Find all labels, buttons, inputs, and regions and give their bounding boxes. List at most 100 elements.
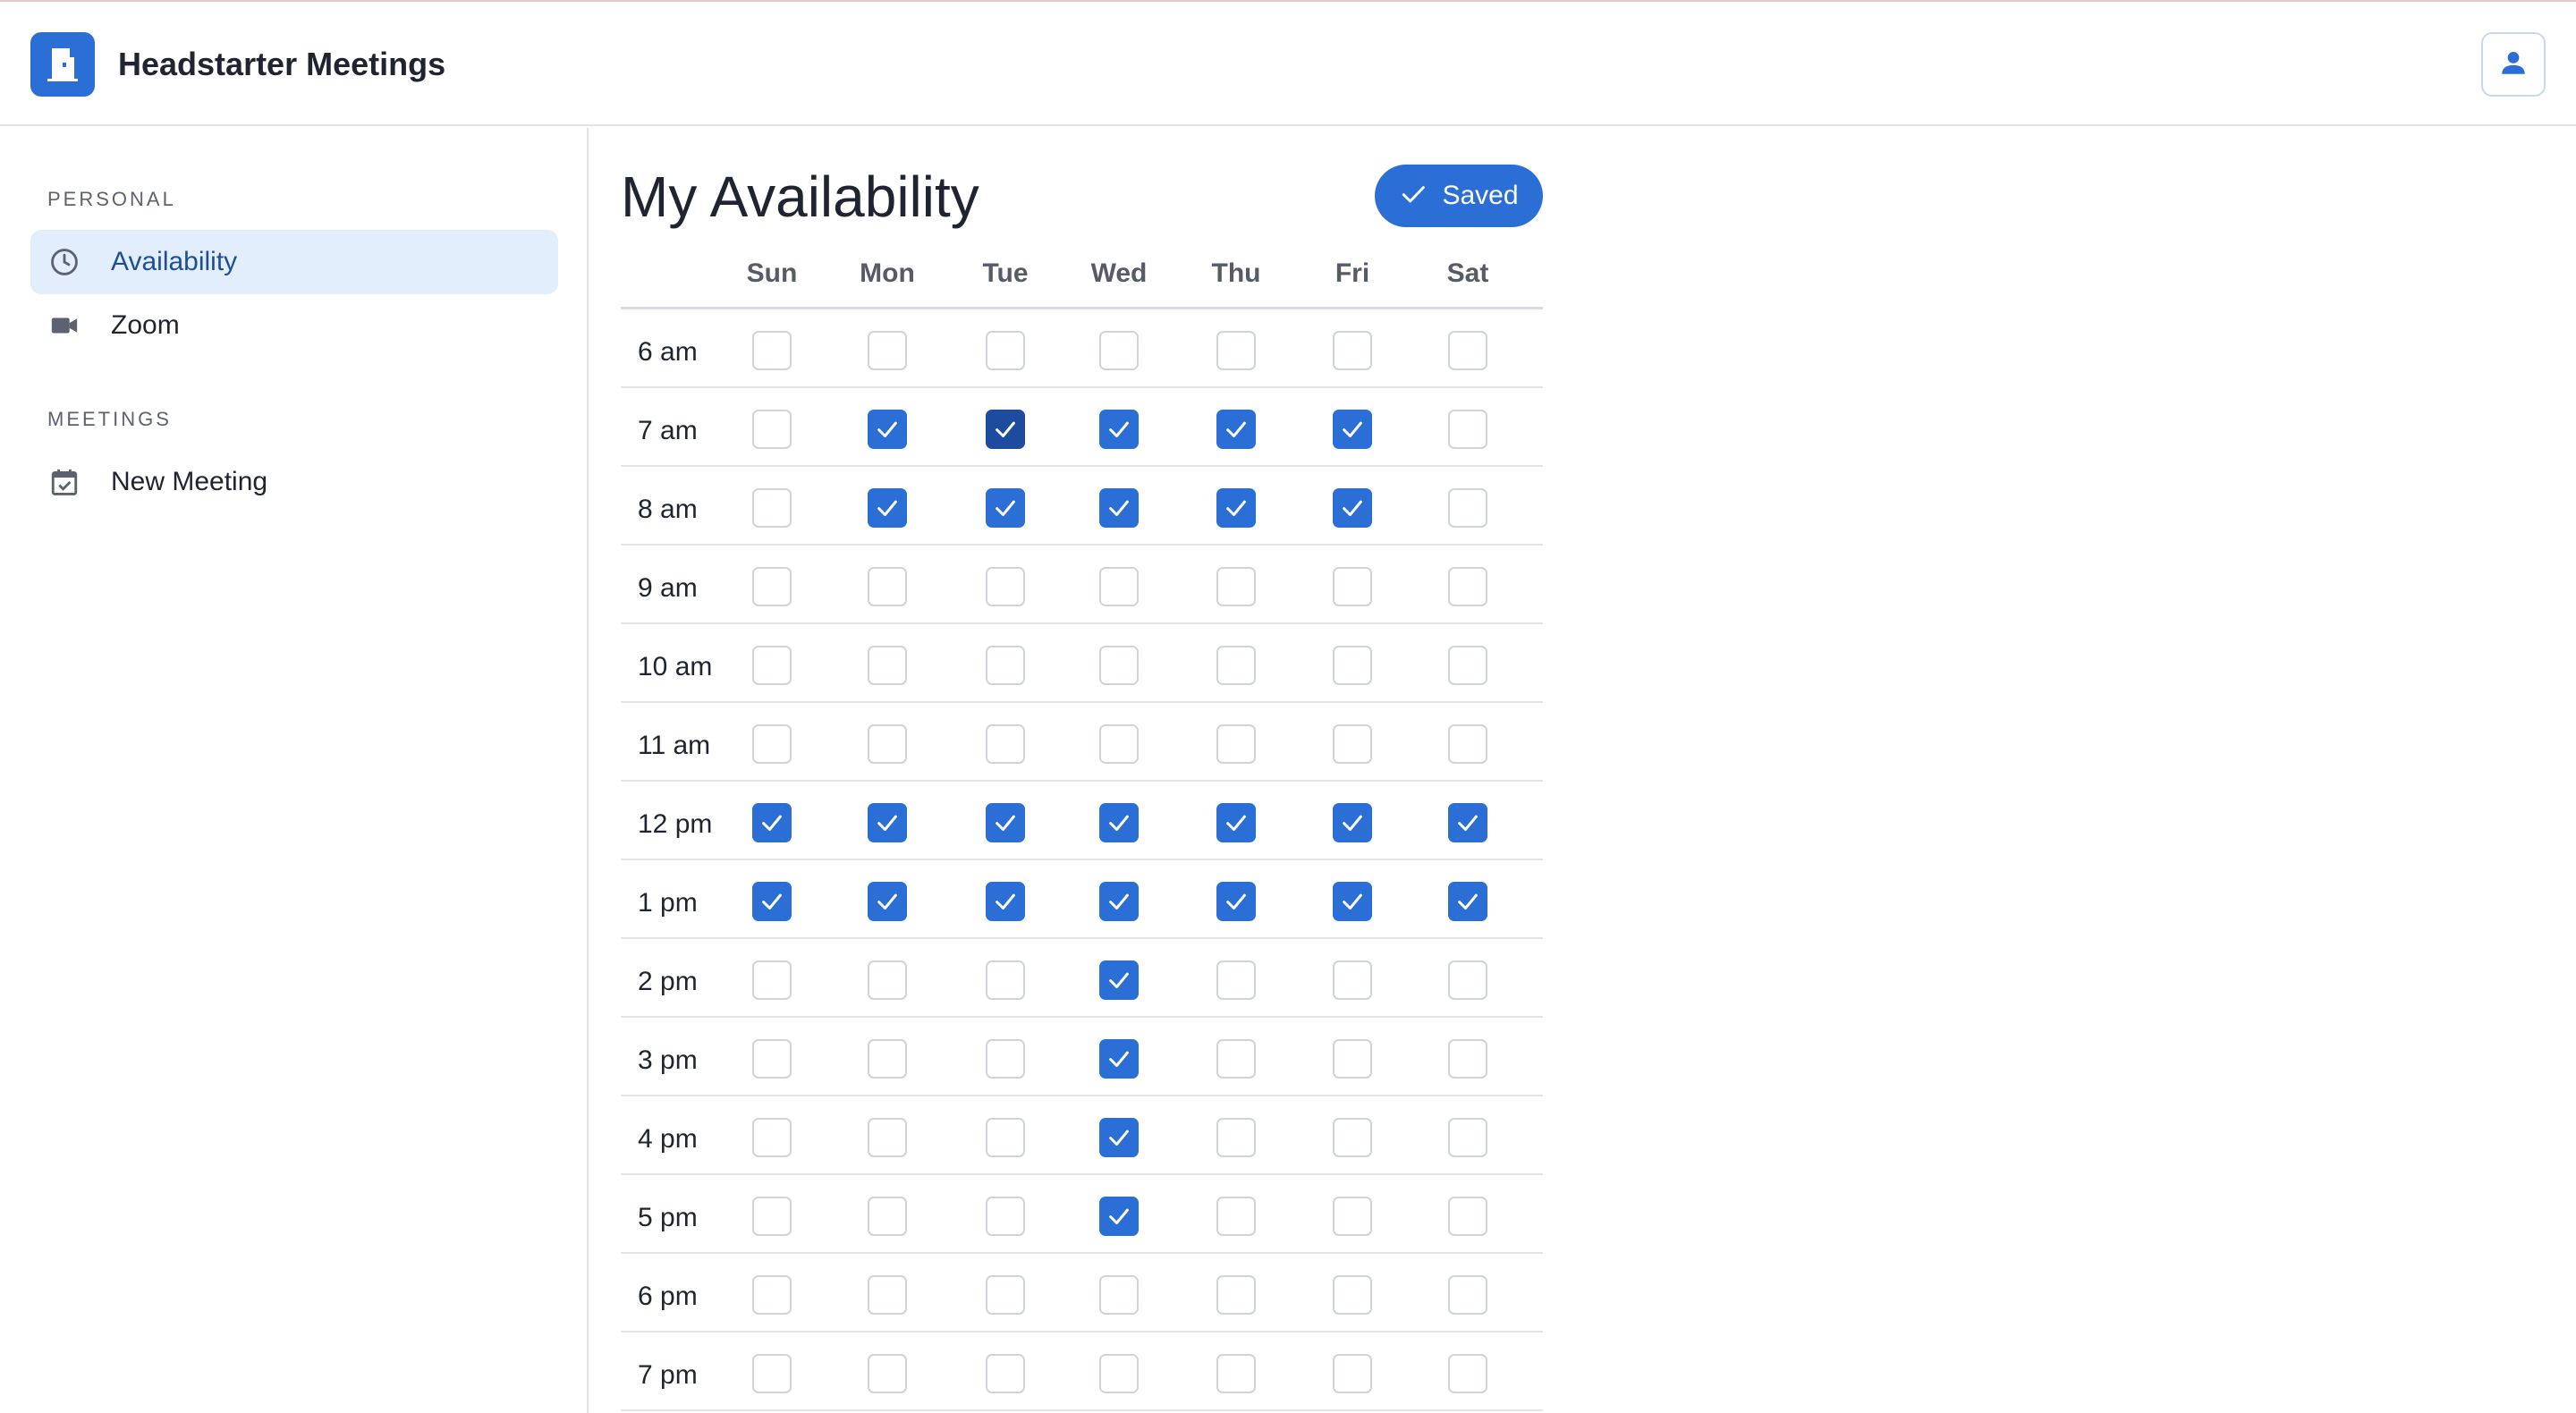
availability-checkbox[interactable]: [986, 1197, 1025, 1236]
availability-checkbox[interactable]: [868, 882, 907, 921]
availability-checkbox[interactable]: [1099, 1354, 1139, 1393]
availability-checkbox[interactable]: [986, 1275, 1025, 1315]
sidebar-item-zoom[interactable]: Zoom: [30, 293, 558, 358]
availability-checkbox[interactable]: [752, 1118, 792, 1157]
availability-checkbox[interactable]: [1333, 331, 1372, 370]
availability-checkbox[interactable]: [868, 488, 907, 528]
availability-checkbox[interactable]: [1448, 803, 1487, 842]
availability-checkbox[interactable]: [752, 567, 792, 606]
availability-checkbox[interactable]: [1216, 1275, 1256, 1315]
availability-checkbox[interactable]: [1448, 488, 1487, 528]
availability-checkbox[interactable]: [752, 882, 792, 921]
availability-checkbox[interactable]: [752, 724, 792, 764]
availability-checkbox[interactable]: [986, 1354, 1025, 1393]
availability-checkbox[interactable]: [868, 960, 907, 1000]
availability-checkbox[interactable]: [868, 1275, 907, 1315]
availability-checkbox[interactable]: [986, 803, 1025, 842]
availability-checkbox[interactable]: [1216, 488, 1256, 528]
availability-checkbox[interactable]: [1333, 960, 1372, 1000]
availability-checkbox[interactable]: [1333, 646, 1372, 685]
availability-checkbox[interactable]: [1216, 1039, 1256, 1079]
availability-checkbox[interactable]: [986, 1039, 1025, 1079]
availability-checkbox[interactable]: [1099, 410, 1139, 449]
availability-checkbox[interactable]: [1333, 410, 1372, 449]
availability-checkbox[interactable]: [868, 1118, 907, 1157]
saved-button[interactable]: Saved: [1375, 165, 1543, 227]
availability-checkbox[interactable]: [1099, 882, 1139, 921]
availability-checkbox[interactable]: [868, 331, 907, 370]
availability-checkbox[interactable]: [1333, 567, 1372, 606]
availability-checkbox[interactable]: [868, 1039, 907, 1079]
availability-checkbox[interactable]: [1099, 488, 1139, 528]
availability-checkbox[interactable]: [1099, 803, 1139, 842]
availability-checkbox[interactable]: [986, 331, 1025, 370]
availability-checkbox[interactable]: [1099, 1039, 1139, 1079]
availability-checkbox[interactable]: [1333, 1354, 1372, 1393]
availability-checkbox[interactable]: [986, 882, 1025, 921]
sidebar-item-new-meeting[interactable]: New Meeting: [30, 450, 558, 514]
availability-checkbox[interactable]: [752, 488, 792, 528]
availability-checkbox[interactable]: [1448, 1197, 1487, 1236]
availability-checkbox[interactable]: [1216, 567, 1256, 606]
availability-checkbox[interactable]: [868, 803, 907, 842]
availability-checkbox[interactable]: [1216, 960, 1256, 1000]
availability-checkbox[interactable]: [1333, 803, 1372, 842]
availability-checkbox[interactable]: [752, 1354, 792, 1393]
availability-checkbox[interactable]: [1448, 410, 1487, 449]
availability-checkbox[interactable]: [868, 567, 907, 606]
availability-checkbox[interactable]: [868, 1354, 907, 1393]
availability-checkbox[interactable]: [986, 724, 1025, 764]
availability-checkbox[interactable]: [1099, 960, 1139, 1000]
availability-checkbox[interactable]: [868, 646, 907, 685]
availability-checkbox[interactable]: [986, 646, 1025, 685]
availability-checkbox[interactable]: [1333, 1197, 1372, 1236]
availability-checkbox[interactable]: [752, 646, 792, 685]
availability-checkbox[interactable]: [752, 1275, 792, 1315]
availability-checkbox[interactable]: [868, 1197, 907, 1236]
availability-checkbox[interactable]: [1216, 1118, 1256, 1157]
availability-checkbox[interactable]: [1333, 1118, 1372, 1157]
availability-checkbox[interactable]: [1448, 331, 1487, 370]
availability-checkbox[interactable]: [752, 331, 792, 370]
availability-checkbox[interactable]: [1099, 1275, 1139, 1315]
availability-checkbox[interactable]: [1448, 1039, 1487, 1079]
availability-checkbox[interactable]: [1216, 331, 1256, 370]
availability-checkbox[interactable]: [752, 960, 792, 1000]
availability-checkbox[interactable]: [752, 1197, 792, 1236]
availability-checkbox[interactable]: [986, 960, 1025, 1000]
availability-checkbox[interactable]: [1099, 1118, 1139, 1157]
availability-checkbox[interactable]: [1216, 646, 1256, 685]
availability-checkbox[interactable]: [1448, 882, 1487, 921]
availability-checkbox[interactable]: [1333, 882, 1372, 921]
availability-checkbox[interactable]: [1216, 410, 1256, 449]
availability-checkbox[interactable]: [1099, 724, 1139, 764]
availability-checkbox[interactable]: [986, 410, 1025, 449]
availability-checkbox[interactable]: [1099, 331, 1139, 370]
availability-checkbox[interactable]: [1216, 803, 1256, 842]
availability-checkbox[interactable]: [1099, 1197, 1139, 1236]
availability-checkbox[interactable]: [1448, 724, 1487, 764]
availability-checkbox[interactable]: [1448, 960, 1487, 1000]
availability-checkbox[interactable]: [1333, 1275, 1372, 1315]
availability-checkbox[interactable]: [986, 567, 1025, 606]
availability-checkbox[interactable]: [1448, 1275, 1487, 1315]
availability-checkbox[interactable]: [1216, 724, 1256, 764]
door-icon[interactable]: [30, 32, 95, 97]
availability-checkbox[interactable]: [986, 488, 1025, 528]
availability-checkbox[interactable]: [986, 1118, 1025, 1157]
availability-checkbox[interactable]: [1333, 724, 1372, 764]
availability-checkbox[interactable]: [1448, 567, 1487, 606]
sidebar-item-availability[interactable]: Availability: [30, 230, 558, 294]
availability-checkbox[interactable]: [1333, 1039, 1372, 1079]
availability-checkbox[interactable]: [752, 803, 792, 842]
availability-checkbox[interactable]: [752, 1039, 792, 1079]
availability-checkbox[interactable]: [1099, 646, 1139, 685]
availability-checkbox[interactable]: [1333, 488, 1372, 528]
availability-checkbox[interactable]: [1448, 646, 1487, 685]
availability-checkbox[interactable]: [1099, 567, 1139, 606]
availability-checkbox[interactable]: [1448, 1118, 1487, 1157]
availability-checkbox[interactable]: [868, 410, 907, 449]
availability-checkbox[interactable]: [868, 724, 907, 764]
availability-checkbox[interactable]: [1216, 1197, 1256, 1236]
user-menu-button[interactable]: [2481, 32, 2546, 97]
